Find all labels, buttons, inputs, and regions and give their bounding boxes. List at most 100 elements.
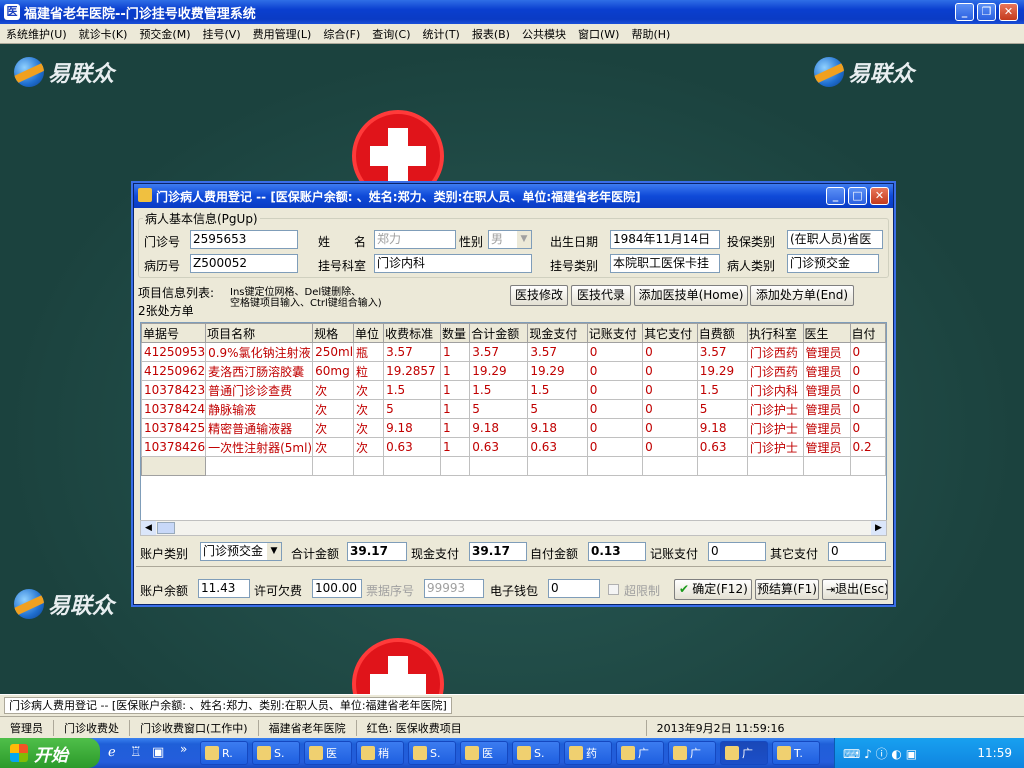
table-cell[interactable]: 3.57 — [469, 342, 529, 362]
tech-proxy-button[interactable]: 医技代录 — [571, 285, 631, 306]
table-cell[interactable]: 0 — [642, 361, 698, 381]
table-cell[interactable]: 管理员 — [802, 361, 851, 381]
overdraft-field[interactable]: 100.00 — [312, 579, 362, 598]
taskbar-window-button[interactable]: 稍 — [356, 741, 404, 765]
table-cell[interactable]: 一次性注射器(5ml) — [205, 437, 314, 457]
table-cell[interactable] — [205, 456, 314, 476]
table-cell[interactable]: 10378426 — [141, 437, 207, 457]
close-button[interactable]: ✕ — [999, 3, 1018, 21]
table-cell[interactable]: 次 — [312, 380, 355, 400]
quicklaunch-more-icon[interactable]: » — [180, 742, 187, 756]
table-cell[interactable]: 精密普通输液器 — [205, 418, 314, 438]
table-cell[interactable]: 0 — [849, 399, 886, 419]
receipt-field[interactable]: 99993 — [424, 579, 484, 598]
table-cell[interactable]: 1.5 — [383, 380, 441, 400]
reg-type-field[interactable]: 本院职工医保卡挂 — [610, 254, 720, 273]
table-cell[interactable]: 0 — [586, 399, 644, 419]
table-cell[interactable]: 门诊西药 — [746, 342, 804, 362]
table-cell[interactable]: 次 — [353, 380, 385, 400]
table-cell[interactable]: 次 — [353, 418, 385, 438]
column-header[interactable]: 医生 — [802, 323, 851, 343]
column-header[interactable]: 项目名称 — [205, 323, 314, 343]
table-row[interactable]: 10378426 一次性注射器(5ml) 次次 0.63 1 0.63 0.63 0 0 0.63… — [141, 437, 886, 457]
column-header[interactable]: 单位 — [353, 323, 385, 343]
table-cell[interactable]: 0 — [586, 418, 644, 438]
table-cell[interactable]: 5 — [696, 399, 748, 419]
table-cell[interactable]: 0 — [849, 342, 886, 362]
table-cell[interactable]: 250ml — [312, 342, 355, 362]
table-row[interactable]: 10378424 静脉输液次次 5 1 5 5 0 0 5 门诊护士 管理员 0 — [141, 399, 886, 419]
table-cell[interactable]: 19.29 — [696, 361, 748, 381]
table-cell[interactable]: 0.63 — [527, 437, 588, 457]
add-tech-order-button[interactable]: 添加医技单(Home) — [634, 285, 748, 306]
exit-button[interactable]: ⇥ 退出(Esc) — [822, 579, 888, 600]
scroll-right-icon[interactable]: ▶ — [871, 521, 886, 535]
acct-pay-field[interactable]: 0 — [708, 542, 766, 561]
column-header[interactable]: 其它支付 — [642, 323, 698, 343]
table-cell[interactable] — [802, 456, 851, 476]
cash-field[interactable]: 39.17 — [469, 542, 527, 561]
confirm-button[interactable]: ✔ 确定(F12) — [674, 579, 752, 600]
table-cell[interactable]: 0 — [849, 380, 886, 400]
table-cell[interactable]: 0 — [586, 342, 644, 362]
table-cell[interactable]: 3.57 — [383, 342, 441, 362]
birth-field[interactable]: 1984年11月14日 — [610, 230, 720, 249]
table-cell[interactable]: 1 — [439, 380, 471, 400]
table-cell[interactable]: 9.18 — [696, 418, 748, 438]
column-header[interactable]: 数量 — [439, 323, 471, 343]
table-cell[interactable]: 60mg — [312, 361, 355, 381]
menu-public[interactable]: 公共模块 — [516, 26, 572, 42]
tray-icons[interactable]: ⌨ ♪ ⓘ ◐ ▣ — [843, 745, 917, 762]
table-cell[interactable]: 管理员 — [802, 342, 851, 362]
table-cell[interactable]: 3.57 — [527, 342, 588, 362]
table-cell[interactable]: 10378424 — [141, 399, 207, 419]
taskbar-window-button[interactable]: 广 — [720, 741, 768, 765]
table-row-empty[interactable] — [141, 456, 886, 476]
table-cell[interactable]: 0 — [586, 437, 644, 457]
ewallet-field[interactable]: 0 — [548, 579, 600, 598]
table-cell[interactable]: 0 — [586, 380, 644, 400]
start-button[interactable]: 开始 — [0, 738, 100, 768]
table-cell[interactable]: 5 — [527, 399, 588, 419]
tech-modify-button[interactable]: 医技修改 — [510, 285, 568, 306]
table-cell[interactable]: 0.63 — [696, 437, 748, 457]
table-cell[interactable] — [312, 456, 355, 476]
table-cell[interactable]: 1 — [439, 342, 471, 362]
table-cell[interactable]: 1 — [439, 361, 471, 381]
taskbar-window-button[interactable]: S. — [408, 741, 456, 765]
table-cell[interactable]: 管理员 — [802, 418, 851, 438]
table-row[interactable]: 10378423 普通门诊诊查费次次 1.5 1 1.5 1.5 0 0 1.5 门诊内科 管理员 0 — [141, 380, 886, 400]
table-cell[interactable]: 0 — [642, 437, 698, 457]
quicklaunch-ie-icon[interactable]: ℯ — [108, 745, 116, 760]
column-header[interactable]: 自付 — [849, 323, 886, 343]
dialog-minimize-button[interactable]: _ — [826, 187, 845, 205]
column-header[interactable]: 合计金额 — [469, 323, 529, 343]
table-cell[interactable]: 5 — [383, 399, 441, 419]
clinic-no-field[interactable]: 2595653 — [190, 230, 298, 249]
table-cell[interactable]: 管理员 — [802, 380, 851, 400]
taskbar-window-button[interactable]: T. — [772, 741, 820, 765]
fee-items-grid[interactable]: 单据号 项目名称 规格 单位 收费标准 数量 合计金额 现金支付 记账支付 其它… — [140, 322, 887, 534]
table-cell[interactable] — [439, 456, 471, 476]
gender-select[interactable]: 男 ▼ — [488, 230, 532, 249]
taskbar-window-button[interactable]: S. — [512, 741, 560, 765]
self-pay-field[interactable]: 0.13 — [588, 542, 646, 561]
menu-fees[interactable]: 费用管理(L) — [247, 26, 318, 42]
dialog-maximize-button[interactable]: □ — [848, 187, 867, 205]
balance-field[interactable]: 11.43 — [198, 579, 250, 598]
table-cell[interactable]: 0 — [849, 361, 886, 381]
table-cell[interactable]: 0.63 — [383, 437, 441, 457]
table-row[interactable]: 41250962 麦洛西汀肠溶胶囊 60mg 粒 19.2857 1 19.29 19.29 0… — [141, 361, 886, 381]
table-cell[interactable]: 管理员 — [802, 437, 851, 457]
dept-field[interactable]: 门诊内科 — [374, 254, 532, 273]
table-cell[interactable]: 瓶 — [353, 342, 385, 362]
table-cell[interactable]: 1 — [439, 418, 471, 438]
table-cell[interactable] — [642, 456, 698, 476]
menu-system[interactable]: 系统维护(U) — [0, 26, 73, 42]
table-cell[interactable] — [353, 456, 385, 476]
table-cell[interactable]: 0 — [642, 380, 698, 400]
menu-reports[interactable]: 报表(B) — [466, 26, 516, 42]
table-cell[interactable]: 5 — [469, 399, 529, 419]
table-cell[interactable]: 19.2857 — [383, 361, 441, 381]
quicklaunch-desktop-icon[interactable]: ▣ — [152, 745, 164, 760]
